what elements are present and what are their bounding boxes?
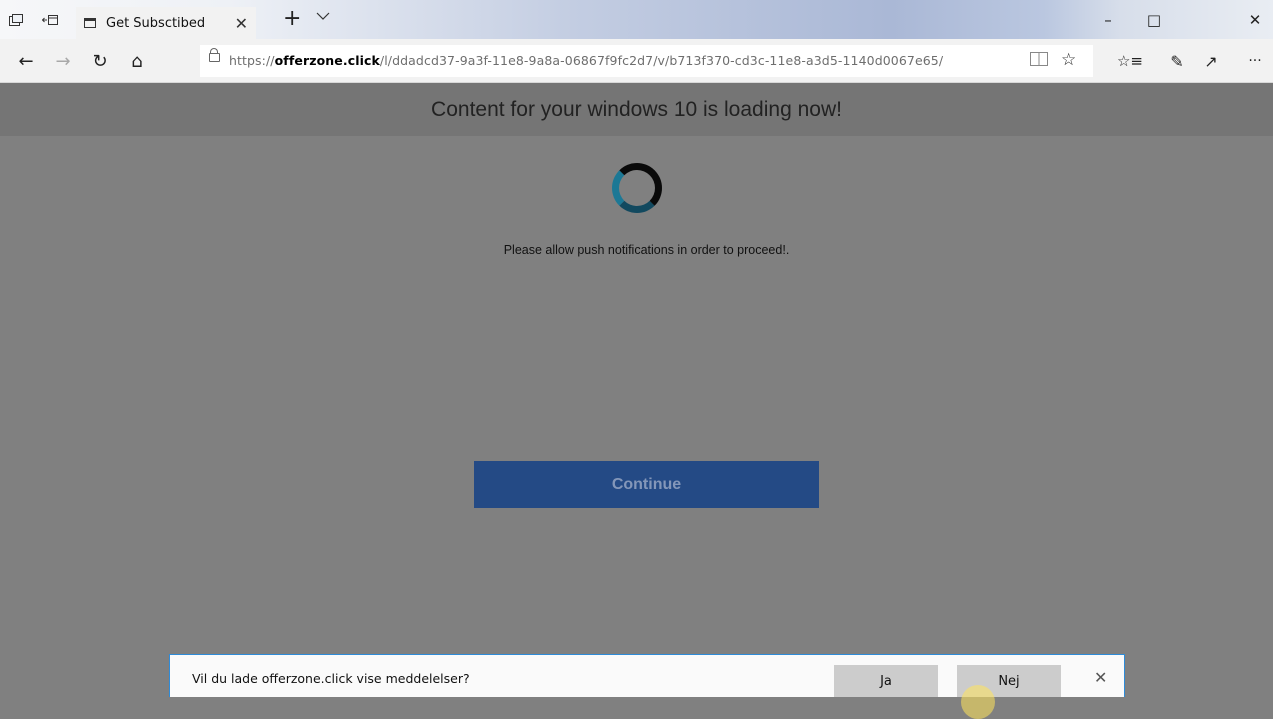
share-icon[interactable]: ↗: [1193, 39, 1229, 83]
page-content: Content for your windows 10 is loading n…: [0, 83, 1273, 697]
allow-button[interactable]: Ja: [834, 665, 938, 697]
address-bar[interactable]: https://offerzone.click/l/ddadcd37-9a3f-…: [200, 45, 1093, 77]
tab-title: Get Subsctibed: [106, 15, 206, 31]
page-header: Content for your windows 10 is loading n…: [0, 83, 1273, 136]
tab-get-subscribed[interactable]: Get Subsctibed ✕: [76, 7, 256, 39]
url-text: https://offerzone.click/l/ddadcd37-9a3f-…: [229, 53, 944, 68]
forward-button[interactable]: →: [45, 39, 81, 83]
navigation-bar: ← → ↻ ⌂ https://offerzone.click/l/ddadcd…: [0, 39, 1273, 83]
favorites-hub-icon[interactable]: ☆≡: [1112, 39, 1148, 83]
new-tab-button[interactable]: +: [283, 6, 301, 31]
more-icon[interactable]: ···: [1237, 39, 1273, 83]
refresh-button[interactable]: ↻: [82, 39, 118, 83]
continue-button[interactable]: Continue: [474, 461, 819, 508]
close-window-button[interactable]: ✕: [1232, 0, 1273, 39]
minimize-button[interactable]: –: [1085, 0, 1131, 39]
prompt-message: Vil du lade offerzone.click vise meddele…: [192, 671, 470, 686]
reading-view-icon[interactable]: [1030, 52, 1048, 70]
page-icon: [84, 18, 96, 28]
home-button[interactable]: ⌂: [119, 39, 155, 83]
maximize-button[interactable]: □: [1131, 0, 1177, 39]
loading-spinner-icon: [612, 163, 662, 213]
set-aside-tabs-icon[interactable]: [34, 0, 66, 39]
close-tab-icon[interactable]: ✕: [235, 14, 248, 33]
browser-titlebar: Get Subsctibed ✕ + – □ ✕: [0, 0, 1273, 39]
favorite-star-icon[interactable]: ☆: [1061, 50, 1076, 70]
cursor-highlight: [961, 685, 995, 719]
tab-actions-icon[interactable]: [0, 0, 32, 39]
back-button[interactable]: ←: [8, 39, 44, 83]
lock-icon: [209, 48, 220, 62]
chevron-down-icon[interactable]: [316, 8, 330, 24]
web-notes-icon[interactable]: ✎: [1159, 39, 1195, 83]
push-notification-notice: Please allow push notifications in order…: [503, 243, 790, 257]
close-prompt-icon[interactable]: ✕: [1094, 668, 1107, 687]
